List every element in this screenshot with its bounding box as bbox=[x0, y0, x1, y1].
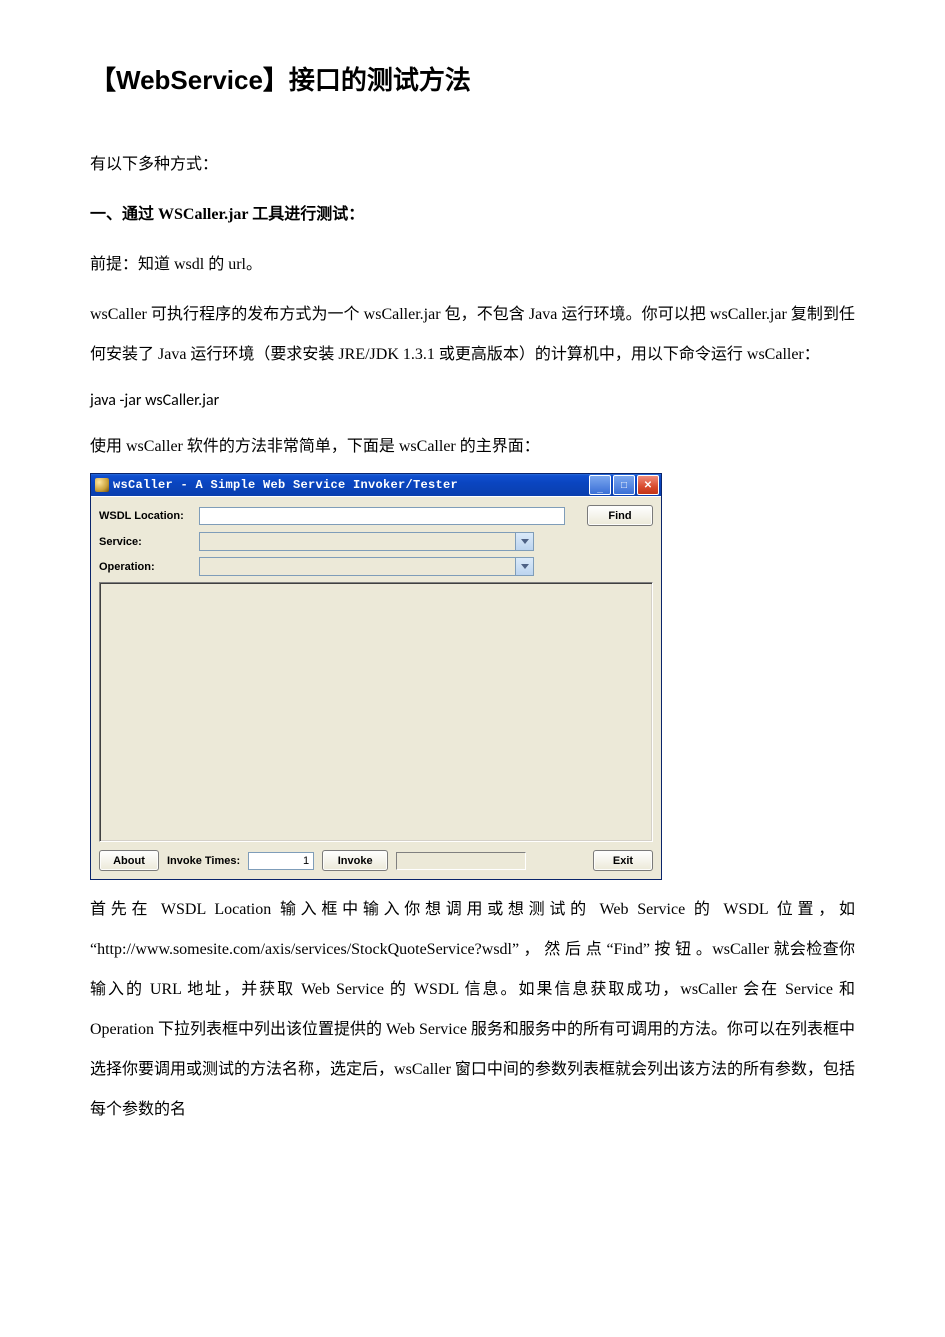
minimize-icon: _ bbox=[597, 483, 603, 494]
paragraph-prereq: 前提：知道 wsdl 的 url。 bbox=[90, 245, 855, 285]
paragraph-intro: 有以下多种方式： bbox=[90, 145, 855, 185]
chevron-down-icon bbox=[515, 558, 533, 575]
bottom-bar: About Invoke Times: Invoke Exit bbox=[99, 850, 653, 871]
maximize-button[interactable]: □ bbox=[613, 475, 635, 495]
section-heading-1: 一、通过 WSCaller.jar 工具进行测试： bbox=[90, 195, 855, 235]
invoke-button[interactable]: Invoke bbox=[322, 850, 388, 871]
row-operation: Operation: bbox=[99, 557, 653, 576]
paragraph-ui-lead: 使用 wsCaller 软件的方法非常简单，下面是 wsCaller 的主界面： bbox=[90, 427, 855, 467]
paragraph-desc: wsCaller 可执行程序的发布方式为一个 wsCaller.jar 包，不包… bbox=[90, 295, 855, 375]
app-icon bbox=[95, 478, 109, 492]
service-label: Service: bbox=[99, 536, 199, 548]
invoke-times-input[interactable] bbox=[248, 852, 314, 870]
exit-button[interactable]: Exit bbox=[593, 850, 653, 871]
window-controls: _ □ ✕ bbox=[589, 475, 659, 495]
titlebar[interactable]: wsCaller - A Simple Web Service Invoker/… bbox=[91, 474, 661, 496]
close-icon: ✕ bbox=[644, 480, 652, 491]
chevron-down-icon bbox=[515, 533, 533, 550]
about-button[interactable]: About bbox=[99, 850, 159, 871]
code-line: java -jar wsCaller.jar bbox=[90, 385, 855, 417]
service-dropdown[interactable] bbox=[199, 532, 534, 551]
wscaller-window: wsCaller - A Simple Web Service Invoker/… bbox=[90, 473, 662, 880]
operation-label: Operation: bbox=[99, 561, 199, 573]
wsdl-label: WSDL Location: bbox=[99, 510, 199, 522]
parameter-list-box[interactable] bbox=[99, 582, 653, 842]
row-service: Service: bbox=[99, 532, 653, 551]
operation-dropdown[interactable] bbox=[199, 557, 534, 576]
window-title: wsCaller - A Simple Web Service Invoker/… bbox=[113, 478, 589, 492]
row-wsdl: WSDL Location: Find bbox=[99, 505, 653, 526]
wsdl-input[interactable] bbox=[199, 507, 565, 525]
maximize-icon: □ bbox=[621, 480, 627, 491]
paragraph-instructions: 首先在 WSDL Location 输入框中输入你想调用或想测试的 Web Se… bbox=[90, 890, 855, 1130]
find-button[interactable]: Find bbox=[587, 505, 653, 526]
close-button[interactable]: ✕ bbox=[637, 475, 659, 495]
minimize-button[interactable]: _ bbox=[589, 475, 611, 495]
status-box bbox=[396, 852, 526, 870]
client-area: WSDL Location: Find Service: Operation: bbox=[91, 496, 661, 879]
page-heading: 【WebService】接口的测试方法 bbox=[90, 60, 855, 97]
document-page: 【WebService】接口的测试方法 有以下多种方式： 一、通过 WSCall… bbox=[0, 0, 945, 1170]
invoke-times-label: Invoke Times: bbox=[167, 855, 240, 867]
